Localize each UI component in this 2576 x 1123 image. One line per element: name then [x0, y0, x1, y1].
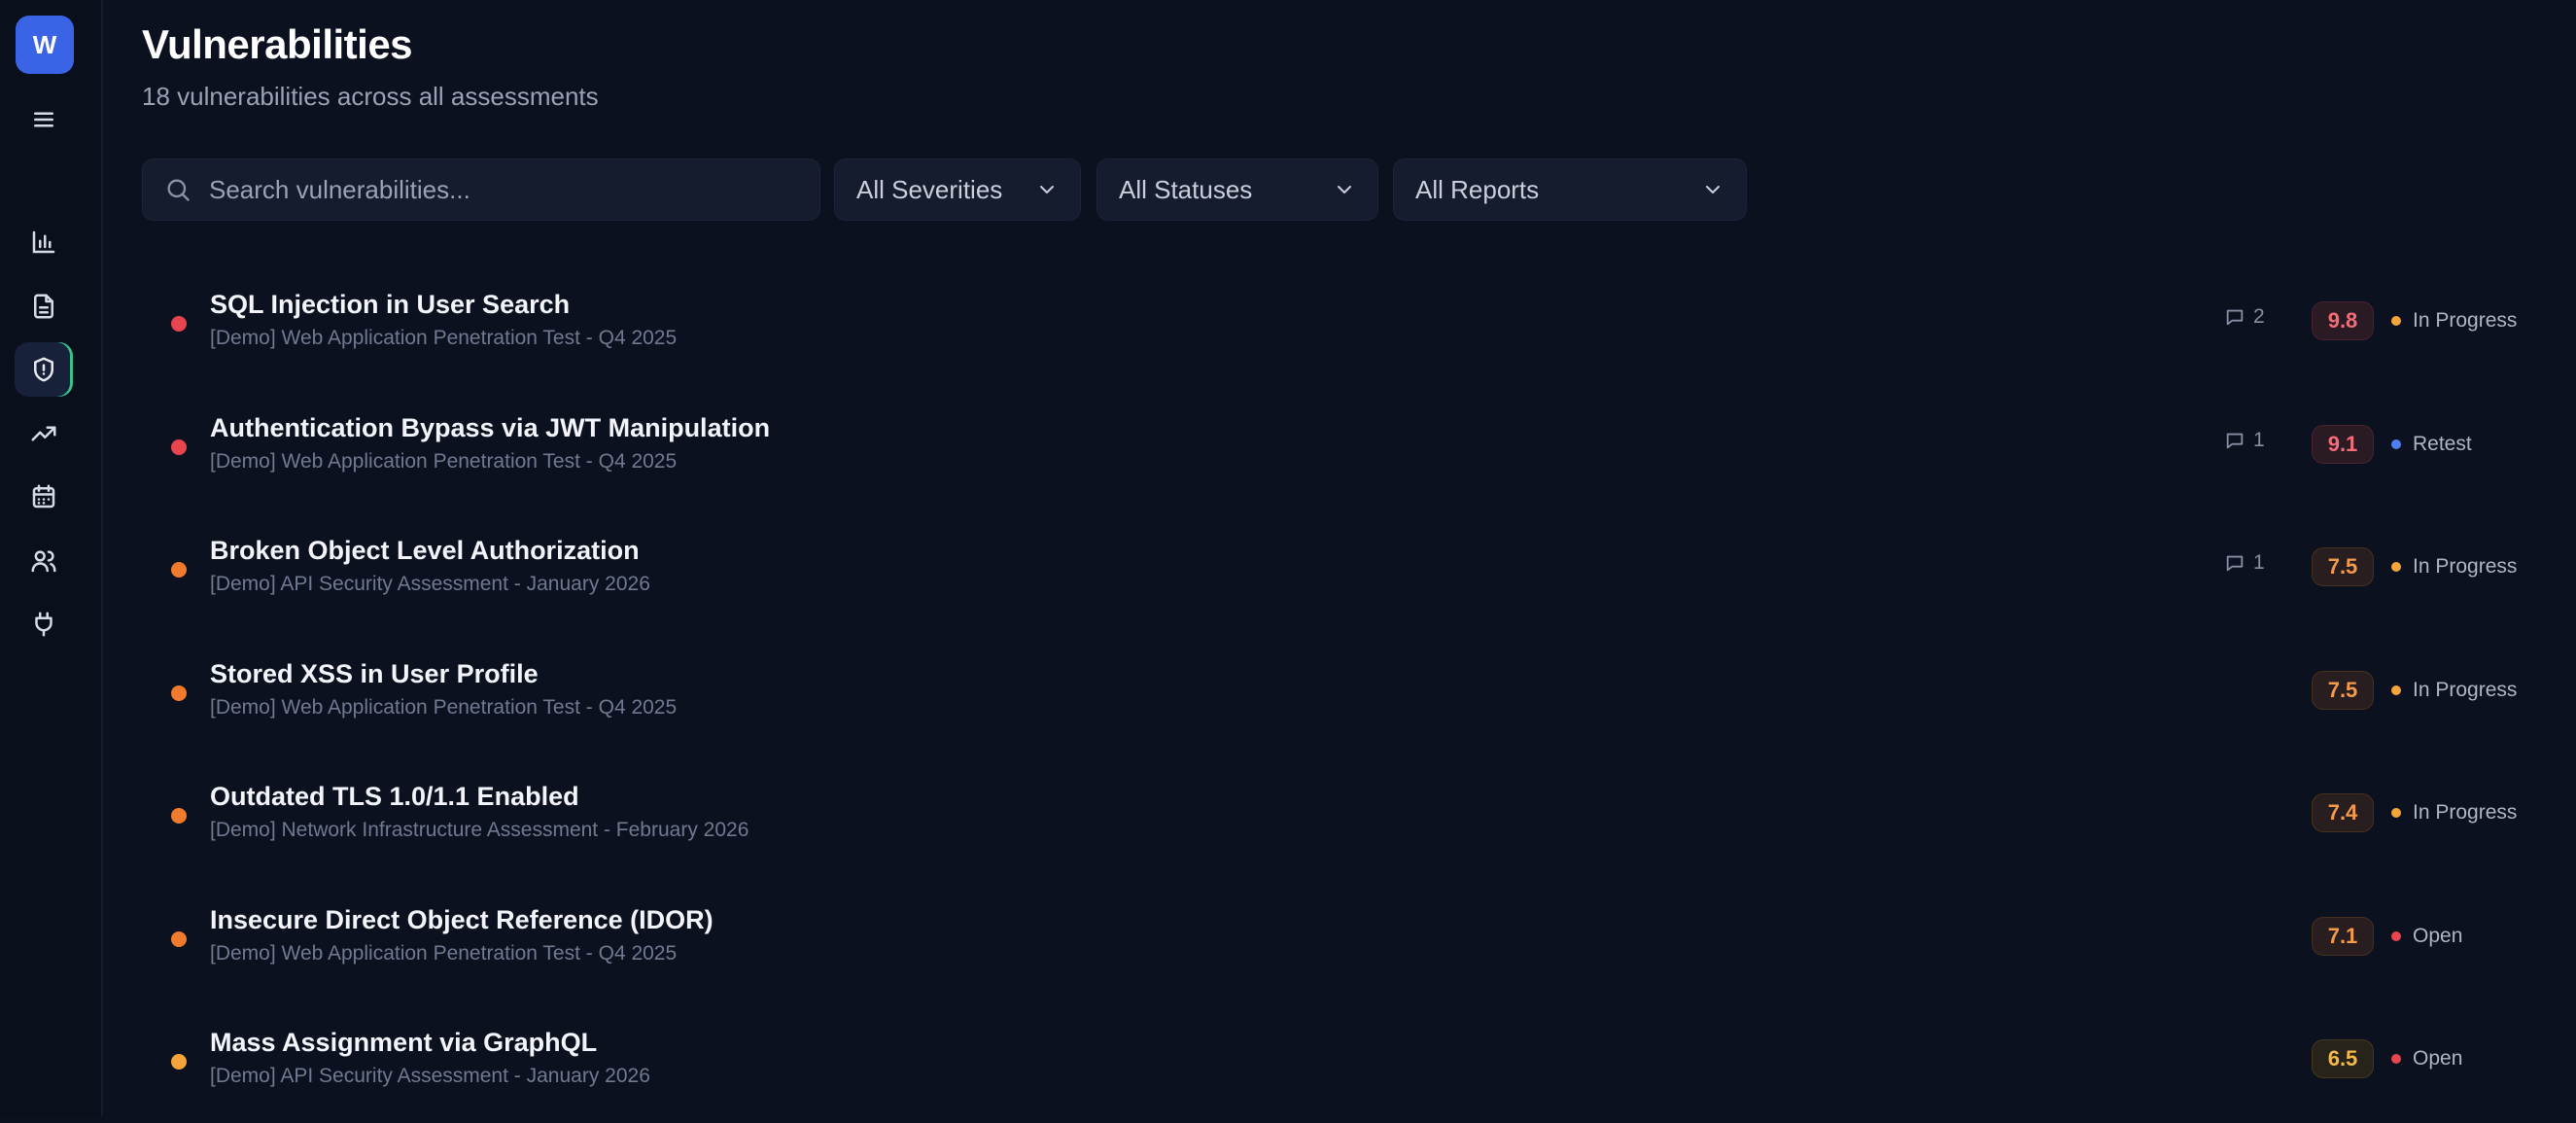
status-badge: In Progress — [2391, 679, 2517, 702]
vulnerability-row[interactable]: SQL Injection in User Search [Demo] Web A… — [142, 263, 2533, 385]
report-filter-select[interactable]: All Reports — [1393, 158, 1747, 221]
status-badge: In Progress — [2391, 309, 2517, 333]
status-dot — [2391, 684, 2401, 695]
cvss-score-badge: 6.5 — [2312, 1039, 2374, 1078]
search-input[interactable] — [207, 173, 790, 206]
comment-count-value: 2 — [2253, 305, 2265, 328]
sidebar-item-integrations[interactable] — [15, 597, 73, 651]
comment-count: 1 — [2224, 551, 2265, 575]
status-dot — [2391, 562, 2401, 572]
vulnerability-title[interactable]: Broken Object Level Authorization — [210, 536, 640, 566]
cvss-score-badge: 9.1 — [2312, 424, 2374, 464]
status-dot — [2391, 930, 2401, 941]
sidebar-item-trends[interactable] — [15, 406, 73, 461]
severity-dot — [171, 930, 187, 947]
search-box[interactable] — [142, 158, 820, 221]
comment-icon — [2226, 433, 2244, 448]
chevron-down-icon — [1040, 186, 1054, 193]
comment-icon — [2226, 555, 2244, 572]
vulnerability-row[interactable]: Outdated TLS 1.0/1.1 Enabled [Demo] Netwo… — [142, 755, 2533, 877]
comment-count: 2 — [2224, 305, 2265, 329]
cvss-score-badge: 7.5 — [2312, 670, 2374, 710]
status-badge: In Progress — [2391, 555, 2517, 579]
status-filter-value: All Statuses — [1119, 174, 1253, 204]
vulnerability-title[interactable]: Outdated TLS 1.0/1.1 Enabled — [210, 782, 579, 812]
status-dot — [2391, 316, 2401, 326]
vulnerability-title[interactable]: Authentication Bypass via JWT Manipulati… — [210, 413, 770, 443]
trending-up-icon — [31, 426, 56, 441]
status-label: Open — [2413, 924, 2463, 947]
bar-chart-icon — [32, 230, 55, 254]
cvss-score-badge: 7.4 — [2312, 793, 2374, 832]
severity-dot — [171, 439, 187, 455]
sidebar-item-calendar[interactable] — [15, 470, 73, 524]
vulnerability-report: [Demo] Web Application Penetration Test … — [210, 327, 678, 349]
calendar-icon — [32, 484, 55, 509]
cvss-score-badge: 7.1 — [2312, 916, 2374, 956]
vulnerability-report: [Demo] API Security Assessment - January… — [210, 1065, 650, 1087]
sidebar-item-reports[interactable] — [15, 279, 73, 333]
page-title: Vulnerabilities — [142, 21, 413, 67]
severity-dot — [171, 1054, 187, 1070]
shield-alert-icon — [34, 357, 53, 382]
document-icon — [34, 294, 53, 319]
severity-filter-value: All Severities — [856, 174, 1003, 204]
vulnerability-title[interactable]: SQL Injection in User Search — [210, 290, 570, 320]
page-subtitle: 18 vulnerabilities across all assessment… — [142, 82, 599, 111]
plug-icon — [35, 612, 52, 637]
vulnerability-report: [Demo] Web Application Penetration Test … — [210, 695, 678, 719]
vulnerability-title[interactable]: Insecure Direct Object Reference (IDOR) — [210, 905, 714, 935]
status-label: In Progress — [2413, 555, 2518, 578]
cvss-score-badge: 9.8 — [2312, 301, 2374, 340]
status-label: Open — [2413, 1047, 2463, 1070]
main-content: Vulnerabilities 18 vulnerabilities acros… — [142, 0, 2533, 1116]
vulnerability-row[interactable]: Mass Assignment via GraphQL [Demo] API Se… — [142, 1000, 2533, 1123]
status-label: In Progress — [2413, 678, 2518, 701]
sidebar: W — [0, 0, 103, 1116]
menu-icon — [34, 112, 53, 127]
vulnerability-report: [Demo] Network Infrastructure Assessment… — [210, 819, 749, 841]
chevron-down-icon — [1706, 186, 1720, 193]
status-badge: Retest — [2391, 433, 2472, 456]
sidebar-item-vulnerabilities[interactable] — [15, 342, 73, 397]
status-dot — [2391, 1054, 2401, 1064]
chevron-down-icon — [1338, 186, 1351, 193]
status-label: In Progress — [2413, 309, 2518, 332]
vulnerability-title[interactable]: Mass Assignment via GraphQL — [210, 1028, 597, 1058]
status-label: Retest — [2413, 432, 2472, 455]
status-badge: Open — [2391, 925, 2462, 948]
severity-filter-select[interactable]: All Severities — [834, 158, 1081, 221]
search-icon — [167, 179, 190, 201]
status-label: In Progress — [2413, 801, 2518, 824]
comment-icon — [2226, 309, 2244, 326]
comment-count-value: 1 — [2253, 428, 2265, 451]
vulnerability-report: [Demo] API Security Assessment - January… — [210, 573, 650, 595]
vulnerability-report: [Demo] Web Application Penetration Test … — [210, 941, 678, 965]
severity-dot — [171, 562, 187, 578]
comment-count: 1 — [2224, 429, 2265, 452]
report-filter-value: All Reports — [1415, 174, 1540, 204]
severity-dot — [171, 684, 187, 701]
cvss-score-badge: 7.5 — [2312, 547, 2374, 586]
status-dot — [2391, 439, 2401, 449]
status-filter-select[interactable]: All Statuses — [1097, 158, 1378, 221]
sidebar-item-users[interactable] — [15, 534, 73, 588]
sidebar-item-dashboard[interactable] — [15, 215, 73, 269]
vulnerability-title[interactable]: Stored XSS in User Profile — [210, 659, 539, 689]
users-icon — [31, 550, 56, 573]
status-dot — [2391, 808, 2401, 818]
severity-dot — [171, 316, 187, 332]
status-badge: Open — [2391, 1047, 2462, 1070]
vulnerability-row[interactable]: Stored XSS in User Profile [Demo] Web App… — [142, 632, 2533, 755]
app-logo[interactable]: W — [16, 16, 74, 74]
vulnerability-row[interactable]: Authentication Bypass via JWT Manipulati… — [142, 386, 2533, 509]
comment-count-value: 1 — [2253, 551, 2265, 574]
vulnerability-report: [Demo] Web Application Penetration Test … — [210, 449, 678, 473]
vulnerability-row[interactable]: Insecure Direct Object Reference (IDOR) [… — [142, 878, 2533, 1000]
status-badge: In Progress — [2391, 801, 2517, 825]
severity-dot — [171, 808, 187, 824]
vulnerability-row[interactable]: Broken Object Level Authorization [Demo] … — [142, 509, 2533, 631]
menu-toggle-button[interactable] — [15, 92, 73, 147]
